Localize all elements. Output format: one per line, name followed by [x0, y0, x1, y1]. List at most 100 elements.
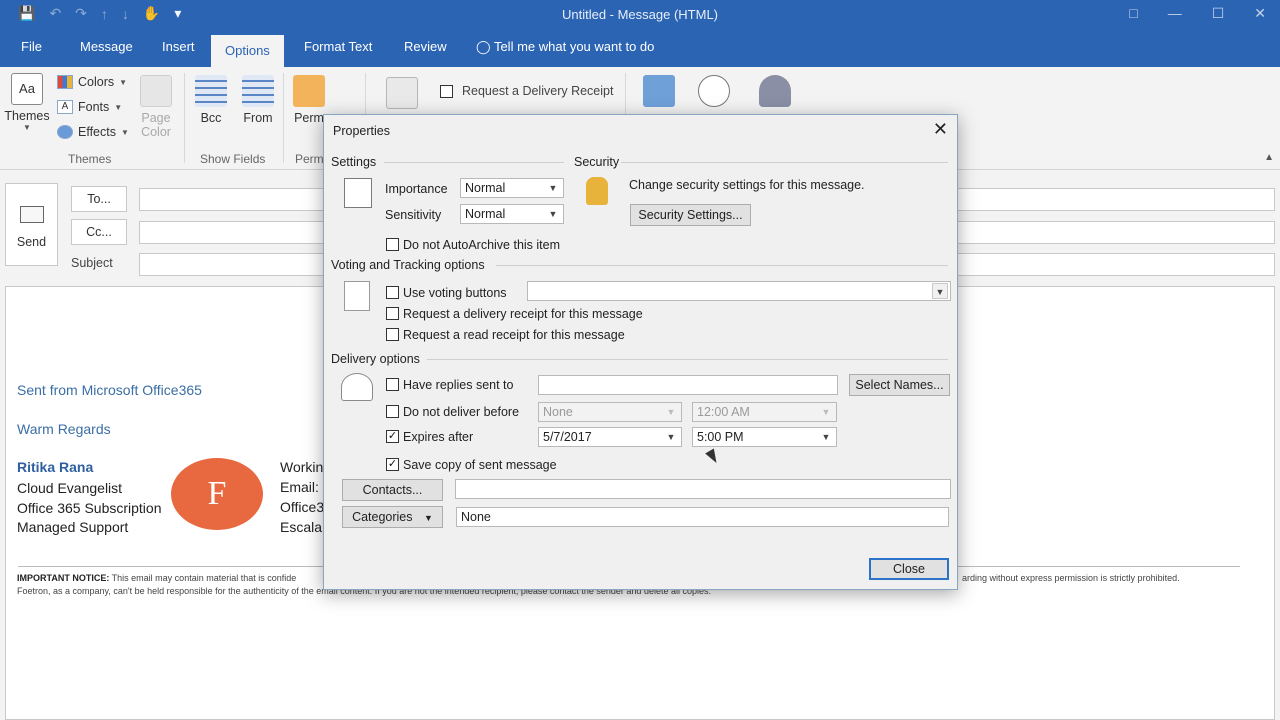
- group-themes-label: Themes: [68, 152, 112, 166]
- collapse-ribbon-icon[interactable]: ▲: [1264, 152, 1274, 163]
- folder-arrow-icon: [643, 75, 675, 107]
- delivery-receipt-checkbox[interactable]: [440, 84, 453, 98]
- colors-button[interactable]: Colors ▼: [57, 75, 127, 89]
- delivery-header: Delivery options: [331, 352, 420, 366]
- settings-list-icon: [344, 178, 372, 208]
- save-copy-checkbox[interactable]: ✓: [386, 458, 399, 471]
- minimize-icon[interactable]: —: [1168, 5, 1182, 22]
- tell-me-search[interactable]: ◯ Tell me what you want to do: [476, 39, 654, 55]
- not-before-date-select[interactable]: None ▼: [538, 402, 682, 422]
- sensitivity-select[interactable]: Normal ▼: [460, 204, 564, 224]
- bcc-button[interactable]: Bcc: [194, 75, 228, 125]
- company-logo: F: [171, 458, 263, 530]
- bcc-icon: [195, 75, 227, 107]
- voting-buttons-button[interactable]: [386, 77, 418, 113]
- page-color-button[interactable]: Page Color: [134, 75, 178, 139]
- delivery-receipt-option[interactable]: Request a Delivery Receipt: [440, 84, 613, 98]
- voting-icon: [386, 77, 418, 109]
- replies-label: Have replies sent to: [403, 378, 514, 392]
- chevron-down-icon: ▼: [424, 513, 433, 523]
- themes-button[interactable]: Aa Themes ▼: [4, 73, 50, 132]
- replies-checkbox[interactable]: [386, 378, 399, 391]
- cc-button[interactable]: Cc...: [71, 219, 127, 245]
- ribbon-tabs: File Message Insert Options Format Text …: [0, 30, 1280, 67]
- tab-file[interactable]: File: [21, 39, 42, 54]
- voting-doc-icon: [344, 281, 370, 311]
- window-title: Untitled - Message (HTML): [561, 7, 719, 22]
- importance-select[interactable]: Normal ▼: [460, 178, 564, 198]
- properties-dialog: Properties ✕ Settings Security Importanc…: [323, 114, 958, 590]
- maximize-icon[interactable]: ☐: [1212, 5, 1225, 22]
- security-text: Change security settings for this messag…: [629, 178, 865, 192]
- voting-options-select[interactable]: ▼: [527, 281, 951, 301]
- replies-field[interactable]: [538, 375, 838, 395]
- delivery-clock-icon: [341, 373, 373, 401]
- from-icon: [242, 75, 274, 107]
- contacts-field[interactable]: [455, 479, 951, 499]
- paint-bucket-icon: [140, 75, 172, 107]
- categories-button[interactable]: Categories ▼: [342, 506, 443, 528]
- security-settings-button[interactable]: Security Settings...: [630, 204, 751, 226]
- send-button[interactable]: Send: [5, 183, 58, 266]
- section-line: [621, 162, 948, 163]
- ribbon-separator: [184, 73, 185, 163]
- direct-replies-button[interactable]: [758, 75, 792, 111]
- tab-insert[interactable]: Insert: [162, 39, 195, 54]
- ribbon-display-icon[interactable]: □: [1129, 5, 1137, 22]
- autoarchive-label: Do not AutoArchive this item: [403, 238, 561, 252]
- notice-text: IMPORTANT NOTICE: This email may contain…: [17, 573, 297, 583]
- contacts-button[interactable]: Contacts...: [342, 479, 443, 501]
- tab-review[interactable]: Review: [404, 39, 447, 54]
- delivery-receipt-checkbox[interactable]: [386, 307, 399, 320]
- expires-time-select[interactable]: 5:00 PM ▼: [692, 427, 837, 447]
- select-names-button[interactable]: Select Names...: [849, 374, 950, 396]
- sensitivity-label: Sensitivity: [385, 208, 442, 222]
- effects-button[interactable]: Effects ▼: [57, 125, 129, 139]
- close-button[interactable]: Close: [869, 558, 949, 580]
- chevron-down-icon: ▼: [666, 432, 676, 442]
- read-receipt-label: Request a read receipt for this message: [403, 328, 625, 342]
- dialog-title: Properties: [333, 124, 390, 138]
- effects-icon: [57, 125, 73, 139]
- themes-icon: Aa: [11, 73, 43, 105]
- regards-text: Warm Regards: [17, 421, 111, 437]
- settings-header: Settings: [331, 155, 377, 169]
- expires-date-select[interactable]: 5/7/2017 ▼: [538, 427, 682, 447]
- close-icon[interactable]: ✕: [933, 119, 948, 140]
- chevron-down-icon: ▼: [23, 123, 31, 132]
- person-arrow-icon: [759, 75, 791, 107]
- security-header: Security: [574, 155, 620, 169]
- not-before-time-select[interactable]: 12:00 AM ▼: [692, 402, 837, 422]
- signature-line: Office 365 Subscription: [17, 500, 162, 516]
- save-copy-label: Save copy of sent message: [403, 458, 557, 472]
- save-sent-item-button[interactable]: [643, 75, 675, 111]
- categories-field[interactable]: None: [456, 507, 949, 527]
- lock-icon: [586, 177, 608, 205]
- autoarchive-checkbox[interactable]: [386, 238, 399, 251]
- window-controls: □ — ☐ ✕: [1129, 5, 1266, 22]
- voting-header: Voting and Tracking options: [331, 258, 485, 272]
- voting-checkbox[interactable]: [386, 286, 399, 299]
- signature-line: Managed Support: [17, 519, 129, 535]
- to-button[interactable]: To...: [71, 186, 127, 212]
- expires-label: Expires after: [403, 430, 474, 444]
- fonts-button[interactable]: A Fonts ▼: [57, 100, 122, 114]
- from-button[interactable]: From: [240, 75, 276, 125]
- signature-name: Ritika Rana: [17, 459, 94, 475]
- expires-checkbox[interactable]: ✓: [386, 430, 399, 443]
- signature-line: Cloud Evangelist: [17, 480, 123, 496]
- permission-button[interactable]: Perm: [292, 75, 326, 125]
- signature-right-line: Office3: [280, 499, 325, 515]
- group-permission-label: Perm: [295, 152, 324, 166]
- not-before-checkbox[interactable]: [386, 405, 399, 418]
- tab-format-text[interactable]: Format Text: [304, 39, 372, 54]
- read-receipt-checkbox[interactable]: [386, 328, 399, 341]
- close-window-icon[interactable]: ✕: [1254, 5, 1266, 22]
- group-show-fields-label: Show Fields: [200, 152, 266, 166]
- envelope-permission-icon: [293, 75, 325, 107]
- importance-label: Importance: [385, 182, 448, 196]
- delay-delivery-button[interactable]: [697, 75, 731, 111]
- tab-message[interactable]: Message: [80, 39, 133, 54]
- chevron-down-icon: ▼: [666, 407, 676, 417]
- tab-options[interactable]: Options: [211, 35, 284, 67]
